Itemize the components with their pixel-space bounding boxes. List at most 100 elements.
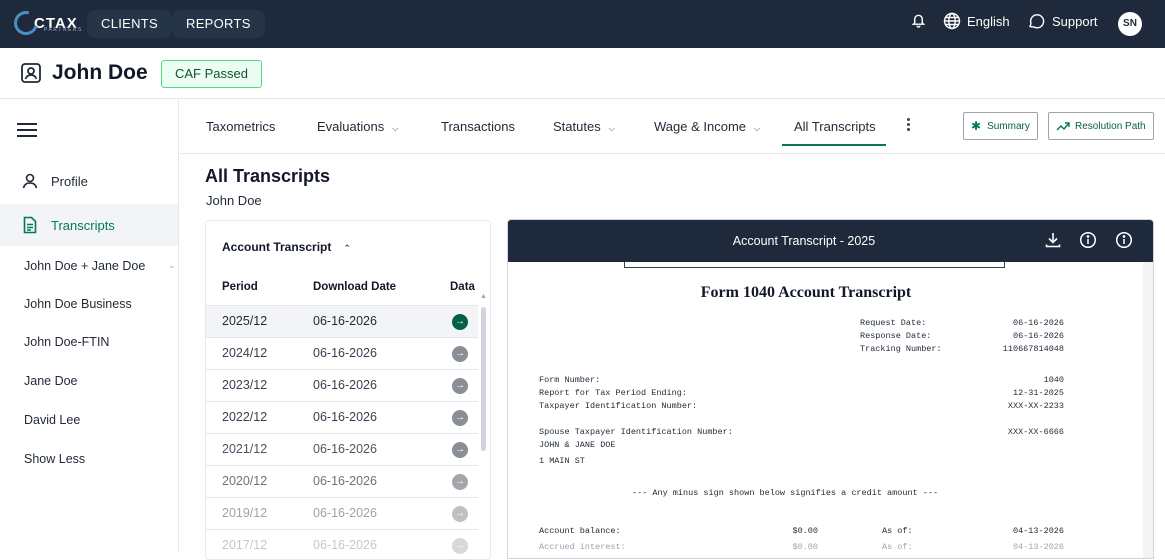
bell-icon — [911, 14, 926, 28]
accrued-interest-label: Accrued interest: — [539, 542, 626, 552]
more-options-icon[interactable] — [907, 118, 911, 133]
arrow-right-icon[interactable]: → — [452, 346, 468, 362]
account-balance-date: 04-13-2026 — [1012, 526, 1064, 536]
caf-status-badge[interactable]: CAF Passed — [161, 60, 262, 88]
client-name: John Doe — [52, 61, 148, 84]
period-cell: 2023/12 — [222, 378, 268, 392]
list-scrollbar[interactable] — [481, 307, 486, 451]
summary-button[interactable]: ✱ Summary — [963, 112, 1038, 140]
trend-up-icon — [1056, 122, 1070, 131]
period-cell: 2024/12 — [222, 346, 268, 360]
support-label: Support — [1052, 13, 1098, 29]
tracking-number-label: Tracking Number: — [860, 344, 942, 354]
download-date-cell: 06-16-2026 — [313, 474, 377, 488]
tab-all-transcripts[interactable]: All Transcripts — [794, 119, 876, 134]
table-row[interactable]: 2024/12 06-16-2026 → — [206, 337, 478, 369]
resolution-path-button[interactable]: Resolution Path — [1048, 112, 1154, 140]
period-cell: 2022/12 — [222, 410, 268, 424]
tracking-number-value: 110667814048 — [1002, 344, 1064, 354]
sidebar-subitem-john-jane-doe[interactable]: John Doe + Jane Doe — [24, 259, 145, 273]
download-icon[interactable] — [1044, 231, 1062, 249]
chevron-down-icon[interactable]: ⌄ — [168, 260, 176, 271]
table-row[interactable]: 2019/12 06-16-2026 → — [206, 497, 478, 529]
sidebar-item-transcripts[interactable]: Transcripts — [0, 204, 178, 246]
tab-evaluations[interactable]: Evaluations ⌵ — [317, 119, 398, 134]
download-date-cell: 06-16-2026 — [313, 506, 377, 520]
document-title: Form 1040 Account Transcript — [700, 284, 912, 301]
show-less-link[interactable]: Show Less — [24, 452, 85, 466]
column-header-period: Period — [222, 281, 258, 293]
period-cell: 2025/12 — [222, 314, 268, 328]
spouse-tin-label: Spouse Taxpayer Identification Number: — [539, 427, 733, 437]
notifications-button[interactable] — [911, 12, 926, 28]
clients-nav-button[interactable]: CLIENTS — [87, 10, 173, 38]
sidebar-subitem-john-doe-business[interactable]: John Doe Business — [24, 297, 132, 311]
language-selector[interactable]: English — [943, 12, 1010, 30]
chevron-down-icon: ⌵ — [392, 124, 399, 133]
tab-wage-income[interactable]: Wage & Income ⌵ — [654, 119, 760, 134]
active-tab-indicator — [782, 144, 886, 146]
tin-value: XXX-XX-2233 — [1007, 401, 1064, 411]
accrued-interest-value: $0.00 — [792, 542, 818, 552]
sidebar-subitem-david-lee[interactable]: David Lee — [24, 413, 80, 427]
tab-bar: Taxometrics Evaluations ⌵ Transactions St… — [180, 99, 1165, 154]
account-transcript-toggle[interactable]: Account Transcript ⌃ — [222, 240, 351, 254]
download-date-cell: 06-16-2026 — [313, 442, 377, 456]
document-icon — [23, 216, 37, 234]
tab-taxometrics[interactable]: Taxometrics — [206, 119, 275, 134]
arrow-right-icon[interactable]: → — [452, 474, 468, 490]
form-number-value: 1040 — [1043, 375, 1064, 385]
transcript-list-panel: Account Transcript ⌃ Period Download Date… — [205, 220, 491, 560]
table-row[interactable]: 2022/12 06-16-2026 → — [206, 401, 478, 433]
sidebar: Profile Transcripts John Doe + Jane Doe … — [0, 99, 179, 552]
sidebar-subitem-jane-doe[interactable]: Jane Doe — [24, 374, 78, 388]
account-balance-value: $0.00 — [792, 526, 818, 536]
as-of-label: As of: — [882, 542, 913, 552]
arrow-right-icon[interactable]: → — [452, 506, 468, 522]
table-row[interactable]: 2025/12 06-16-2026 → — [206, 305, 478, 337]
as-of-label: As of: — [882, 526, 913, 536]
transcript-viewer: Account Transcript - 2025 Form 1040 Acco… — [507, 219, 1154, 559]
download-date-cell: 06-16-2026 — [313, 378, 377, 392]
reports-nav-button[interactable]: REPORTS — [172, 10, 265, 38]
table-header: Period Download Date Data — [206, 273, 490, 305]
response-date-label: Response Date: — [860, 331, 932, 341]
asterisk-icon: ✱ — [971, 119, 982, 133]
top-navbar: CTAX PARTNERS CLIENTS REPORTS English Su… — [0, 0, 1165, 48]
arrow-right-icon[interactable]: → — [452, 410, 468, 426]
period-cell: 2019/12 — [222, 506, 268, 520]
period-cell: 2021/12 — [222, 442, 268, 456]
logo-mark-icon — [9, 6, 43, 40]
taxpayer-address: 1 MAIN ST — [539, 456, 585, 466]
download-date-cell: 06-16-2026 — [313, 538, 377, 552]
support-button[interactable]: Support — [1027, 12, 1098, 30]
form-number-label: Form Number: — [539, 375, 601, 385]
user-avatar[interactable]: SN — [1118, 12, 1142, 36]
table-row[interactable]: 2021/12 06-16-2026 → — [206, 433, 478, 465]
arrow-right-icon[interactable]: → — [452, 442, 468, 458]
taxpayer-names: JOHN & JANE DOE — [539, 440, 616, 450]
download-date-cell: 06-16-2026 — [313, 346, 377, 360]
sidebar-item-profile[interactable]: Profile — [0, 160, 178, 202]
table-row[interactable]: 2020/12 06-16-2026 → — [206, 465, 478, 497]
sidebar-subitem-john-doe-ftin[interactable]: John Doe-FTIN — [24, 335, 109, 349]
user-icon — [22, 173, 38, 189]
document-header-box — [624, 262, 1005, 268]
info-icon[interactable] — [1079, 231, 1097, 249]
request-date-value: 06-16-2026 — [1012, 318, 1064, 328]
chevron-up-icon: ⌃ — [343, 243, 351, 253]
scroll-up-arrow-icon[interactable]: ▲ — [480, 293, 487, 300]
table-row[interactable]: 2023/12 06-16-2026 → — [206, 369, 478, 401]
table-row[interactable]: 2017/12 06-16-2026 → — [206, 529, 478, 559]
tab-transactions[interactable]: Transactions — [441, 119, 515, 134]
spouse-tin-value: XXX-XX-6666 — [1007, 427, 1064, 437]
page-title: All Transcripts — [205, 166, 331, 186]
viewer-title: Account Transcript - 2025 — [732, 234, 876, 248]
chevron-down-icon: ⌵ — [608, 124, 615, 133]
period-cell: 2020/12 — [222, 474, 268, 488]
arrow-right-icon[interactable]: → — [452, 314, 468, 330]
tab-statutes[interactable]: Statutes ⌵ — [553, 119, 615, 134]
arrow-right-icon[interactable]: → — [452, 378, 468, 394]
menu-icon[interactable] — [17, 123, 37, 141]
info-icon[interactable] — [1115, 231, 1133, 249]
